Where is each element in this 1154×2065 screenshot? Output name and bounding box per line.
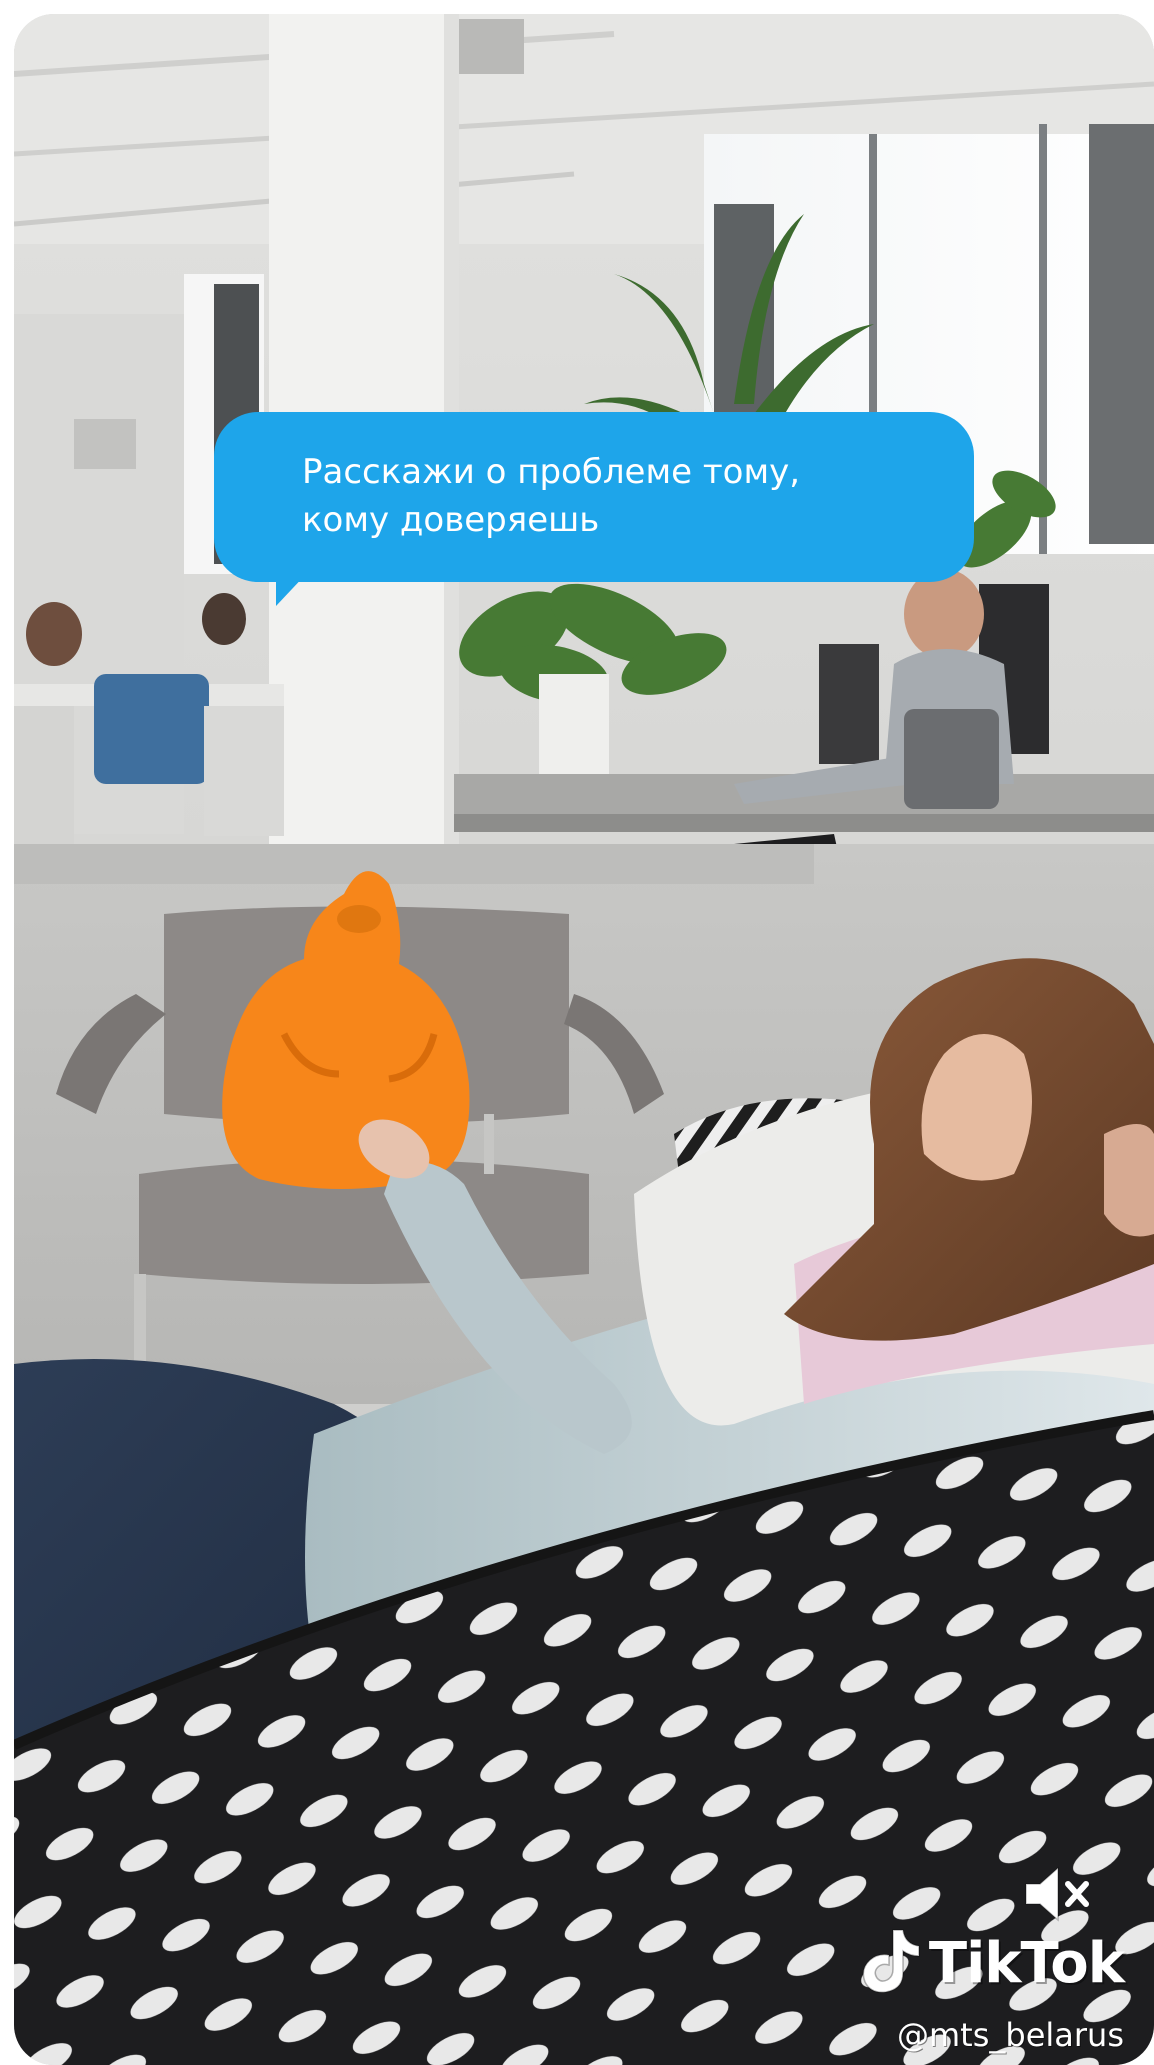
- creator-username[interactable]: @mts_belarus: [897, 2016, 1124, 2054]
- caption-bubble-tail: [276, 572, 308, 606]
- video-frame[interactable]: Расскажи о проблеме тому, кому доверяешь…: [14, 14, 1154, 2065]
- tiktok-brand-name: TikTok: [928, 1930, 1125, 1996]
- video-scene: [14, 14, 1154, 2065]
- muted-speaker-icon[interactable]: [1022, 1864, 1092, 1924]
- tiktok-note-icon: [859, 1926, 921, 2001]
- tiktok-watermark: TikTok: [859, 1926, 1125, 2001]
- caption-bubble: Расскажи о проблеме тому, кому доверяешь: [214, 412, 974, 582]
- caption-line-2: кому доверяешь: [302, 500, 600, 540]
- caption-line-1: Расскажи о проблеме тому,: [302, 452, 801, 492]
